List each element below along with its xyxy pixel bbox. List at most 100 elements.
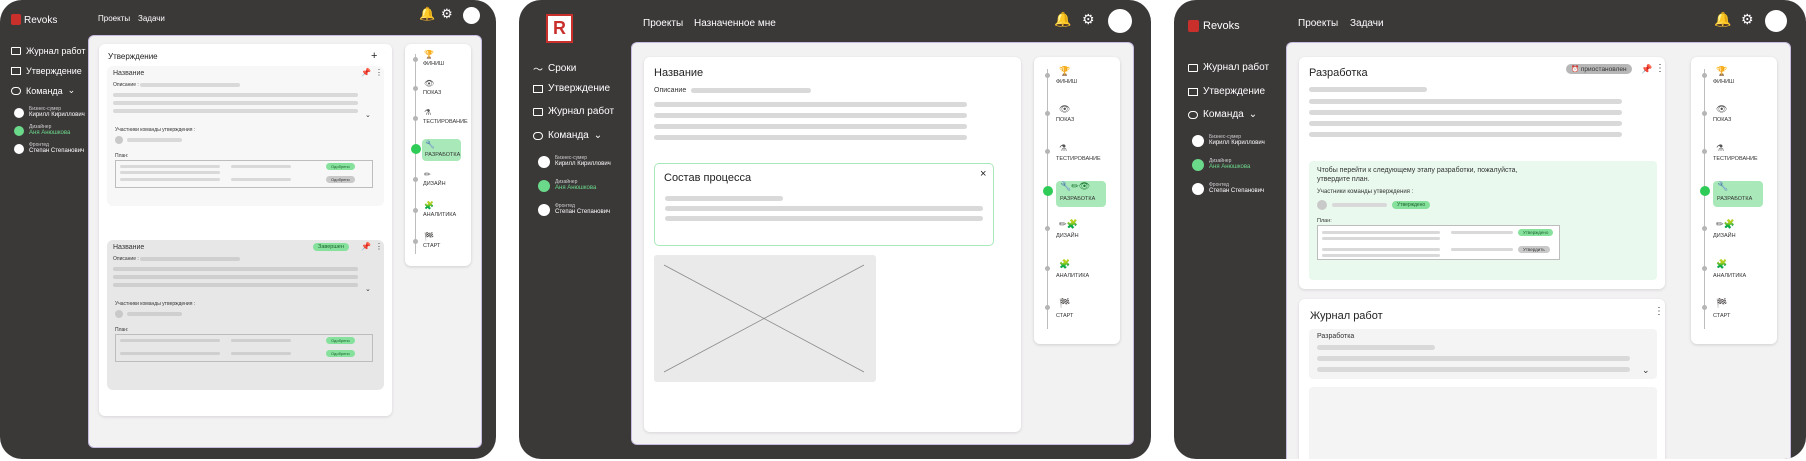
add-icon[interactable]: +: [371, 50, 377, 62]
stage-dot[interactable]: [413, 57, 418, 62]
nav-assigned[interactable]: Назначенное мне: [694, 18, 776, 29]
avatar[interactable]: [1108, 9, 1132, 33]
sidebar-item-approval[interactable]: Утверждение: [533, 83, 610, 94]
stage-dot[interactable]: [413, 208, 418, 213]
logo[interactable]: R: [546, 14, 573, 43]
more-icon[interactable]: ⋮: [1655, 63, 1665, 74]
team-member[interactable]: Фронтед Степан Степанович: [538, 203, 610, 216]
app-name[interactable]: Revoks: [1203, 20, 1240, 32]
logo[interactable]: [11, 14, 21, 25]
team-member[interactable]: Бизнес-сумер Кирилл Кириллович: [14, 106, 85, 119]
sidebar-item-deadlines[interactable]: 〜 Сроки: [533, 61, 576, 76]
approve-button[interactable]: Утвердить: [1518, 246, 1550, 253]
stage-dot[interactable]: [1702, 226, 1707, 231]
sidebar-item-approval[interactable]: Утверждение: [11, 66, 82, 76]
bell-icon[interactable]: 🔔: [1714, 11, 1731, 28]
stage-label[interactable]: ТЕСТИРОВАНИЕ: [1713, 156, 1758, 162]
stage-label[interactable]: РАЗРАБОТКА: [1060, 196, 1095, 202]
stage-label[interactable]: ФИНИШ: [1056, 79, 1077, 85]
chevron-down-icon[interactable]: ⌄: [1642, 365, 1650, 376]
team-member[interactable]: Фронтед Степан Степанович: [14, 142, 84, 155]
stage-dot[interactable]: [1702, 149, 1707, 154]
stage-label[interactable]: СТАРТ: [1056, 313, 1073, 319]
stage-dot[interactable]: [1045, 266, 1050, 271]
sidebar-item-journal[interactable]: Журнал работ: [11, 46, 85, 56]
team-member[interactable]: Бизнес-сумер Кирилл Кириллович: [1192, 134, 1265, 147]
stage-label[interactable]: ПОКАЗ: [1056, 117, 1074, 123]
stage-label[interactable]: ДИЗАЙН: [1056, 233, 1079, 239]
stage-dot[interactable]: [1702, 305, 1707, 310]
stage-label[interactable]: РАЗРАБОТКА: [425, 152, 460, 158]
app-name[interactable]: Revoks: [24, 15, 57, 26]
stage-label[interactable]: АНАЛИТИКА: [1713, 273, 1746, 279]
stage-dot[interactable]: [1702, 266, 1707, 271]
stage-dot-active[interactable]: [411, 144, 421, 154]
journal-item[interactable]: Разработка ⌄: [1309, 329, 1657, 379]
bell-icon[interactable]: 🔔: [419, 6, 435, 22]
stage-label[interactable]: АНАЛИТИКА: [1056, 273, 1089, 279]
stage-label[interactable]: ДИЗАЙН: [1713, 233, 1736, 239]
stage-dot[interactable]: [413, 239, 418, 244]
user-icon: [538, 179, 550, 192]
sidebar-item-team[interactable]: Команда ⌄: [533, 130, 602, 141]
stage-label[interactable]: ПОКАЗ: [1713, 117, 1731, 123]
approval-card[interactable]: Название 📌 ⋮ Описание : ⌄ Участники кома…: [107, 66, 384, 206]
sidebar-item-team[interactable]: Команда ⌄: [1188, 109, 1257, 120]
bell-icon[interactable]: 🔔: [1054, 11, 1071, 28]
approval-card[interactable]: Название Завершен 📌 ⋮ Описание : ⌄ Участ…: [107, 240, 384, 390]
more-icon[interactable]: ⋮: [375, 242, 383, 251]
stage-label[interactable]: ФИНИШ: [1713, 79, 1734, 85]
more-icon[interactable]: ⋮: [1654, 306, 1664, 317]
stage-dot[interactable]: [1045, 149, 1050, 154]
pin-icon[interactable]: 📌: [361, 68, 371, 77]
sidebar-item-journal[interactable]: Журнал работ: [1188, 62, 1269, 73]
stage-label[interactable]: ТЕСТИРОВАНИЕ: [423, 119, 468, 125]
stage-dot[interactable]: [1702, 73, 1707, 78]
team-member[interactable]: Дизайнер Аня Анюшкова: [538, 179, 596, 192]
team-member[interactable]: Фронтед Степан Степанович: [1192, 182, 1264, 195]
stage-label[interactable]: РАЗРАБОТКА: [1717, 196, 1752, 202]
pin-icon[interactable]: 📌: [1641, 64, 1652, 75]
stage-dot[interactable]: [1045, 111, 1050, 116]
team-member[interactable]: Бизнес-сумер Кирилл Кириллович: [538, 155, 611, 168]
stage-label[interactable]: АНАЛИТИКА: [423, 212, 456, 218]
nav-projects[interactable]: Проекты: [643, 18, 683, 29]
gear-icon[interactable]: ⚙: [1082, 11, 1095, 28]
stage-label[interactable]: ТЕСТИРОВАНИЕ: [1056, 156, 1101, 162]
stage-label[interactable]: ДИЗАЙН: [423, 181, 446, 187]
nav-projects[interactable]: Проекты: [1298, 18, 1338, 29]
placeholder-line: [1451, 248, 1513, 251]
nav-projects[interactable]: Проекты: [98, 14, 130, 23]
stage-dot[interactable]: [413, 116, 418, 121]
sidebar-item-team[interactable]: Команда ⌄: [11, 85, 75, 96]
sidebar-item-journal[interactable]: Журнал работ: [533, 106, 614, 117]
stage-dot-active[interactable]: [1043, 186, 1053, 196]
stage-label[interactable]: ФИНИШ: [423, 61, 444, 67]
more-icon[interactable]: ⋮: [375, 68, 383, 77]
stage-dot-active[interactable]: [1700, 186, 1710, 196]
nav-tasks[interactable]: Задачи: [138, 14, 165, 23]
stage-dot[interactable]: [413, 86, 418, 91]
journal-item[interactable]: [1309, 387, 1657, 459]
sidebar-item-approval[interactable]: Утверждение: [1188, 86, 1265, 97]
chevron-down-icon[interactable]: ⌄: [365, 111, 371, 119]
close-icon[interactable]: ×: [980, 168, 986, 180]
avatar[interactable]: [463, 7, 480, 24]
stage-dot[interactable]: [1045, 305, 1050, 310]
gear-icon[interactable]: ⚙: [441, 6, 453, 22]
pin-icon[interactable]: 📌: [361, 242, 371, 251]
nav-tasks[interactable]: Задачи: [1350, 18, 1384, 29]
stage-dot[interactable]: [1045, 226, 1050, 231]
stage-dot[interactable]: [1702, 111, 1707, 116]
stage-label[interactable]: ПОКАЗ: [423, 90, 441, 96]
stage-dot[interactable]: [413, 177, 418, 182]
team-member[interactable]: Дизайнер Аня Анюшкова: [1192, 158, 1250, 171]
team-member[interactable]: Дизайнер Аня Анюшкова: [14, 124, 70, 137]
stage-dot[interactable]: [1045, 73, 1050, 78]
stage-label[interactable]: СТАРТ: [423, 243, 440, 249]
logo[interactable]: [1188, 20, 1199, 32]
gear-icon[interactable]: ⚙: [1741, 11, 1754, 28]
chevron-down-icon[interactable]: ⌄: [365, 285, 371, 293]
stage-label[interactable]: СТАРТ: [1713, 313, 1730, 319]
avatar[interactable]: [1765, 10, 1787, 32]
